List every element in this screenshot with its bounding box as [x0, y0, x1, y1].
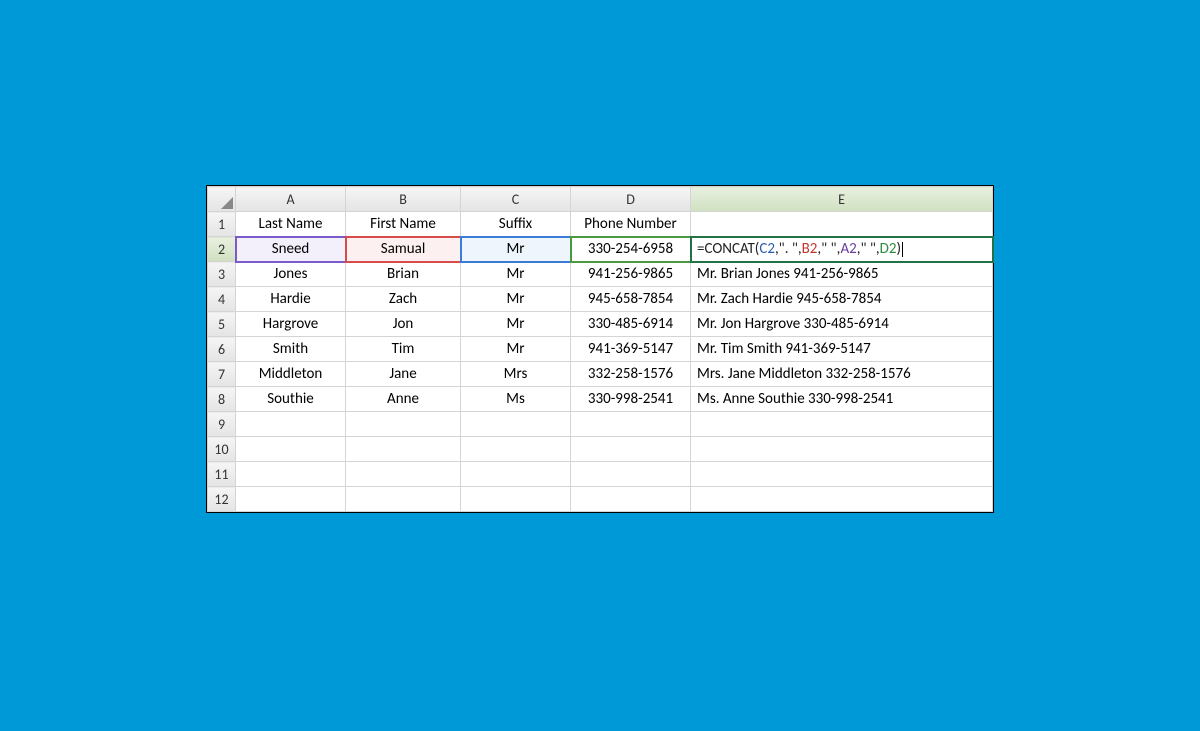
cell-C2-referenced[interactable]: Mr [461, 237, 571, 262]
column-header-D[interactable]: D [571, 187, 691, 212]
cell[interactable] [461, 487, 571, 512]
cell[interactable]: Tim [346, 337, 461, 362]
row-header[interactable]: 4 [208, 287, 236, 312]
column-header-C[interactable]: C [461, 187, 571, 212]
cell[interactable]: Mr. Jon Hargrove 330-485-6914 [691, 312, 993, 337]
row-header[interactable]: 1 [208, 212, 236, 237]
cell[interactable] [461, 412, 571, 437]
cell[interactable]: Hardie [236, 287, 346, 312]
cell[interactable]: Mr [461, 287, 571, 312]
cell[interactable]: Smith [236, 337, 346, 362]
table-row: 2 Sneed Samual Mr 330-254-6958 =CONCAT(C… [208, 237, 993, 262]
cell[interactable]: Phone Number [571, 212, 691, 237]
cell-B2-referenced[interactable]: Samual [346, 237, 461, 262]
cell[interactable] [236, 412, 346, 437]
table-row: 7 Middleton Jane Mrs 332-258-1576 Mrs. J… [208, 362, 993, 387]
cell[interactable] [691, 462, 993, 487]
row-header[interactable]: 2 [208, 237, 236, 262]
column-header-A[interactable]: A [236, 187, 346, 212]
cell[interactable]: Mrs [461, 362, 571, 387]
cell[interactable] [346, 462, 461, 487]
column-header-E[interactable]: E [691, 187, 993, 212]
cell[interactable]: 945-658-7854 [571, 287, 691, 312]
table-row: 3 Jones Brian Mr 941-256-9865 Mr. Brian … [208, 262, 993, 287]
cell[interactable]: Southie [236, 387, 346, 412]
cell[interactable]: 941-369-5147 [571, 337, 691, 362]
cell[interactable] [571, 462, 691, 487]
cell[interactable]: 330-485-6914 [571, 312, 691, 337]
cell-D2-referenced[interactable]: 330-254-6958 [571, 237, 691, 262]
grid-body: 1 Last Name First Name Suffix Phone Numb… [208, 212, 993, 512]
cell[interactable]: Ms [461, 387, 571, 412]
cell[interactable] [236, 437, 346, 462]
row-header[interactable]: 5 [208, 312, 236, 337]
cell[interactable]: Ms. Anne Southie 330-998-2541 [691, 387, 993, 412]
table-row: 5 Hargrove Jon Mr 330-485-6914 Mr. Jon H… [208, 312, 993, 337]
cell[interactable]: 330-998-2541 [571, 387, 691, 412]
cell[interactable] [691, 487, 993, 512]
cell[interactable] [461, 462, 571, 487]
cell[interactable] [346, 412, 461, 437]
cell[interactable]: Zach [346, 287, 461, 312]
cell[interactable]: 941-256-9865 [571, 262, 691, 287]
cell[interactable]: Anne [346, 387, 461, 412]
cell-E2-active-formula[interactable]: =CONCAT(C2,". ",B2," ",A2," ",D2) [691, 237, 993, 262]
column-header-row: A B C D E [208, 187, 993, 212]
cell[interactable]: Middleton [236, 362, 346, 387]
table-row: 4 Hardie Zach Mr 945-658-7854 Mr. Zach H… [208, 287, 993, 312]
cell[interactable] [461, 437, 571, 462]
table-row: 12 [208, 487, 993, 512]
spreadsheet[interactable]: A B C D E 1 Last Name First Name Suffix … [206, 185, 994, 513]
cell[interactable] [571, 412, 691, 437]
formula-text: =CONCAT(C2,". ",B2," ",A2," ",D2) [697, 240, 903, 258]
row-header[interactable]: 8 [208, 387, 236, 412]
cell[interactable]: 332-258-1576 [571, 362, 691, 387]
cell[interactable] [691, 437, 993, 462]
table-row: 10 [208, 437, 993, 462]
cell[interactable]: Jones [236, 262, 346, 287]
cell[interactable]: Mr [461, 262, 571, 287]
cell[interactable]: First Name [346, 212, 461, 237]
cell-A2-referenced[interactable]: Sneed [236, 237, 346, 262]
cell[interactable] [691, 212, 993, 237]
cell[interactable]: Suffix [461, 212, 571, 237]
table-row: 11 [208, 462, 993, 487]
cell[interactable]: Mr. Brian Jones 941-256-9865 [691, 262, 993, 287]
cell[interactable]: Jane [346, 362, 461, 387]
table-row: 9 [208, 412, 993, 437]
cell[interactable]: Brian [346, 262, 461, 287]
row-header[interactable]: 9 [208, 412, 236, 437]
row-header[interactable]: 12 [208, 487, 236, 512]
cell[interactable]: Mr [461, 312, 571, 337]
cell[interactable]: Jon [346, 312, 461, 337]
cell[interactable] [571, 437, 691, 462]
table-row: 1 Last Name First Name Suffix Phone Numb… [208, 212, 993, 237]
row-header[interactable]: 7 [208, 362, 236, 387]
cell[interactable]: Mrs. Jane Middleton 332-258-1576 [691, 362, 993, 387]
cell[interactable]: Mr [461, 337, 571, 362]
cell[interactable]: Last Name [236, 212, 346, 237]
cell[interactable] [346, 437, 461, 462]
cell[interactable] [571, 487, 691, 512]
text-cursor [902, 242, 903, 257]
grid-table[interactable]: A B C D E 1 Last Name First Name Suffix … [207, 186, 993, 512]
cell[interactable]: Hargrove [236, 312, 346, 337]
row-header[interactable]: 11 [208, 462, 236, 487]
row-header[interactable]: 3 [208, 262, 236, 287]
cell[interactable] [236, 487, 346, 512]
cell[interactable] [346, 487, 461, 512]
select-all-corner[interactable] [208, 187, 236, 212]
cell[interactable] [236, 462, 346, 487]
cell[interactable]: Mr. Tim Smith 941-369-5147 [691, 337, 993, 362]
row-header[interactable]: 6 [208, 337, 236, 362]
column-header-B[interactable]: B [346, 187, 461, 212]
table-row: 8 Southie Anne Ms 330-998-2541 Ms. Anne … [208, 387, 993, 412]
cell[interactable]: Mr. Zach Hardie 945-658-7854 [691, 287, 993, 312]
cell[interactable] [691, 412, 993, 437]
row-header[interactable]: 10 [208, 437, 236, 462]
table-row: 6 Smith Tim Mr 941-369-5147 Mr. Tim Smit… [208, 337, 993, 362]
